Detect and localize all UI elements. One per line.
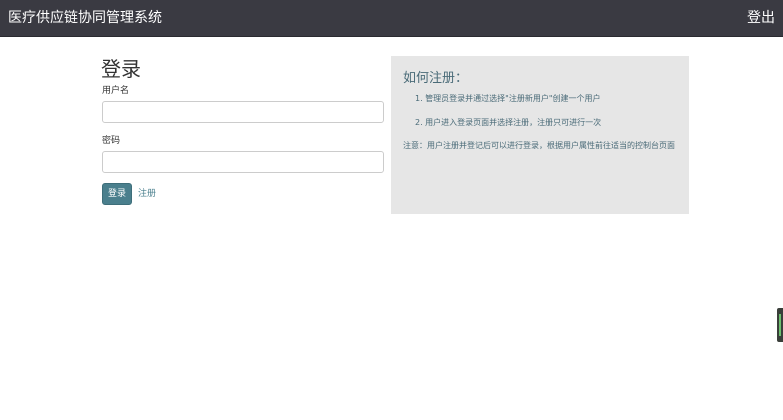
register-link[interactable]: 注册 — [138, 189, 156, 200]
app-title: 医疗供应链协同管理系统 — [8, 10, 162, 26]
top-navbar: 医疗供应链协同管理系统 登出 — [0, 0, 783, 37]
username-label: 用户名 — [102, 86, 130, 96]
help-note: 注意：用户注册并登记后可以进行登录，根据用户属性前往适当的控制台页面 — [403, 141, 675, 150]
password-input[interactable] — [102, 151, 384, 173]
logout-link[interactable]: 登出 — [747, 10, 775, 27]
username-input[interactable] — [102, 101, 384, 123]
login-heading: 登录 — [101, 57, 141, 81]
password-label: 密码 — [102, 136, 121, 146]
help-step: 2. 用户进入登录页面并选择注册，注册只可进行一次 — [415, 118, 602, 127]
side-scroll-handle[interactable] — [777, 308, 783, 342]
login-button[interactable]: 登录 — [102, 183, 132, 205]
help-title: 如何注册： — [403, 71, 469, 86]
help-step: 1. 管理员登录并通过选择"注册新用户"创建一个用户 — [415, 94, 601, 103]
registration-help-panel: 如何注册： 1. 管理员登录并通过选择"注册新用户"创建一个用户 2. 用户进入… — [391, 56, 689, 214]
